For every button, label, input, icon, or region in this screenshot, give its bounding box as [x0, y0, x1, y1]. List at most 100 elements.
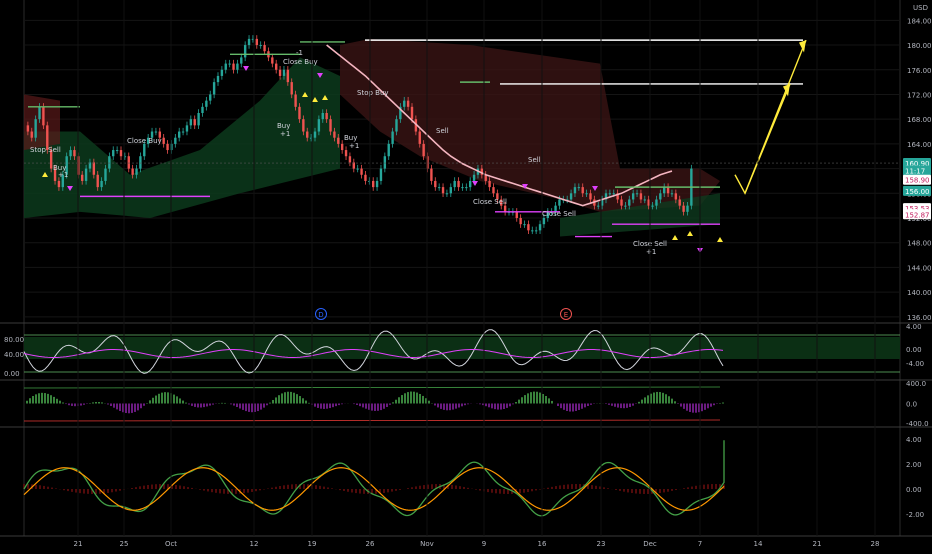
y-tick-label: 176.00 — [907, 67, 932, 75]
candle-body — [410, 106, 414, 120]
osc1-left-tick: 80.00 — [4, 336, 24, 344]
osc2-upper-band — [23, 386, 721, 389]
candle-body — [81, 174, 84, 181]
candle-body — [337, 137, 340, 144]
candle-body — [519, 218, 522, 225]
x-tick-label: 26 — [366, 540, 375, 548]
osc2-right-tick: 400.0 — [906, 380, 926, 388]
x-tick-label: 23 — [597, 540, 606, 548]
candle-body — [356, 168, 359, 170]
candle-body — [197, 113, 200, 126]
candle-body — [42, 106, 45, 126]
candle-body — [348, 156, 352, 163]
trade-annotation: Buy — [344, 134, 357, 142]
candle-body — [96, 174, 99, 188]
candle-body — [585, 193, 588, 195]
candle-body — [577, 187, 581, 189]
candle-body — [92, 162, 96, 175]
trade-annotation: +1 — [58, 171, 68, 179]
x-tick-label: 7 — [698, 540, 702, 548]
candle-body — [135, 168, 138, 175]
candle-body — [294, 94, 297, 107]
x-tick-label: 28 — [871, 540, 880, 548]
candle-body — [212, 82, 216, 95]
candle-body — [104, 168, 107, 181]
candle-body — [503, 205, 507, 212]
candle-body — [166, 143, 169, 151]
candle-body — [445, 193, 449, 195]
candle-body — [162, 137, 165, 144]
osc1-left-tick: 0.00 — [4, 370, 20, 378]
candle-body — [174, 137, 177, 144]
candle-body — [112, 150, 115, 157]
candle-body — [457, 180, 460, 188]
candle-body — [232, 63, 235, 70]
candle-body — [682, 205, 685, 212]
candle-body — [465, 187, 468, 189]
osc3-right-tick: 4.00 — [906, 436, 922, 444]
candle-body — [406, 100, 410, 107]
candle-body — [635, 193, 639, 195]
candle-body — [569, 193, 573, 200]
x-tick-label: 21 — [74, 540, 83, 548]
event-marker-label: D — [318, 311, 323, 319]
candle-body — [259, 45, 262, 47]
chart-stage[interactable]: 184.00 180.00 176.00 172.00 168.00 164.00 16 0.… — [0, 0, 932, 550]
projection-path-2 — [744, 39, 807, 194]
candle-body — [449, 187, 452, 194]
candle-body — [240, 57, 243, 64]
candle-body — [608, 193, 612, 195]
candle-body — [57, 180, 61, 188]
candle-body — [271, 57, 274, 64]
osc2-right-tick: 0.0 — [906, 401, 917, 409]
candle-body — [628, 199, 631, 206]
candle-body — [344, 150, 348, 157]
x-tick-label: Nov — [420, 540, 434, 548]
x-tick-label: Oct — [165, 540, 177, 548]
candle-body — [492, 187, 495, 194]
candle-body — [290, 82, 293, 95]
candle-body — [352, 162, 355, 169]
y-tick-label: 168.00 — [907, 116, 932, 124]
candle-body — [612, 193, 615, 195]
candle-body — [26, 125, 30, 132]
osc3-line-green — [23, 440, 725, 517]
trade-annotation: Close Buy — [127, 137, 162, 145]
candle-body — [108, 156, 111, 169]
candle-body — [100, 180, 103, 188]
trade-annotation: +1 — [349, 142, 359, 150]
candle-body — [542, 218, 546, 225]
x-tick-label: 25 — [120, 540, 129, 548]
candle-body — [340, 143, 344, 151]
candle-body — [434, 180, 437, 188]
y-tick-label: 148.00 — [907, 240, 932, 248]
trade-annotation: Close Sell — [542, 210, 576, 218]
candle-body — [523, 224, 526, 226]
candle-body — [329, 119, 332, 132]
osc2-right-tick: -400.0 — [906, 420, 929, 428]
currency-label: USD — [913, 4, 928, 12]
candle-body — [278, 69, 282, 76]
candle-body — [181, 131, 185, 133]
candle-body — [298, 106, 301, 120]
candle-body — [372, 180, 375, 188]
candle-body — [531, 230, 534, 232]
candle-body — [651, 205, 654, 207]
candle-body — [379, 168, 383, 181]
candle-body — [34, 119, 37, 138]
candle-body — [243, 45, 247, 58]
candle-body — [325, 113, 328, 120]
candle-body — [670, 193, 674, 195]
trade-annotation: Stop Sell — [30, 146, 61, 154]
candle-body — [193, 119, 196, 126]
chart-canvas[interactable]: 184.00 180.00 176.00 172.00 168.00 164.00 16 0.… — [0, 0, 932, 550]
candle-body — [453, 180, 456, 188]
candle-body — [663, 187, 666, 194]
candle-body — [620, 199, 623, 206]
candle-body — [306, 131, 309, 138]
osc3-right-tick: -2.00 — [906, 511, 924, 519]
y-tick-label: 172.00 — [907, 91, 932, 99]
price-label: 11:17 — [905, 167, 925, 175]
osc3-right-tick: 0.00 — [906, 486, 922, 494]
candle-body — [631, 193, 635, 200]
